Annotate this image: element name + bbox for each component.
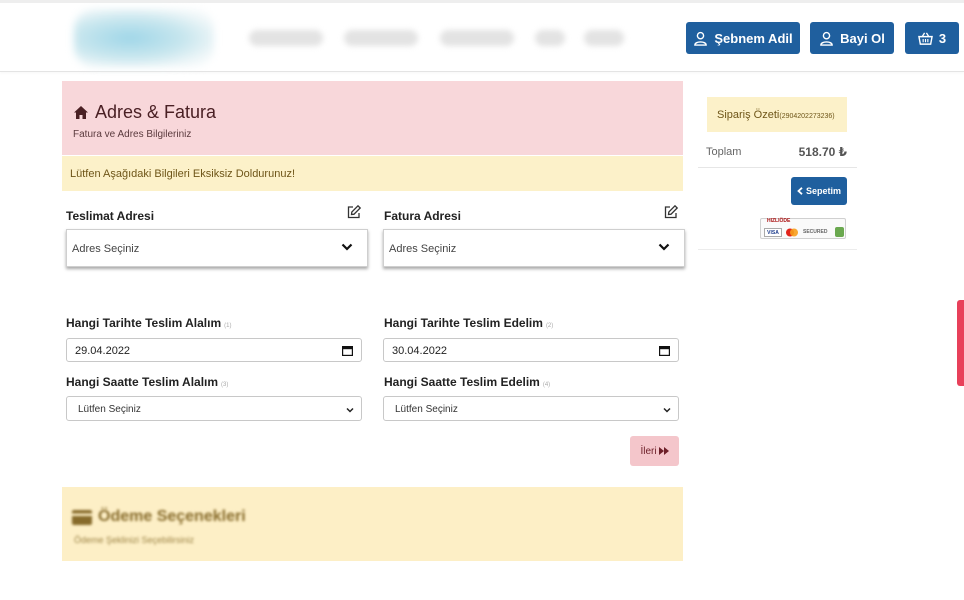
receive-date-label: Hangi Tarihte Teslim Alalım (1) <box>66 316 232 330</box>
visa-logo: VISA <box>764 228 782 237</box>
receive-time-label: Hangi Saatte Teslim Alalım (3) <box>66 375 229 389</box>
secured-label: SECURED <box>803 229 828 235</box>
my-cart-button[interactable]: Sepetim <box>791 177 847 205</box>
deliver-date-label: Hangi Tarihte Teslim Edelim (2) <box>384 316 554 330</box>
nav-link-3[interactable] <box>440 30 514 46</box>
cart-button[interactable]: 3 <box>905 22 959 54</box>
delivery-address-label: Teslimat Adresi <box>66 209 155 223</box>
next-button[interactable]: İleri <box>630 436 679 466</box>
chevron-down-icon <box>341 243 353 251</box>
user-icon <box>820 31 833 46</box>
delivery-address-value: Adres Seçiniz <box>72 243 140 255</box>
receive-time-value: Lütfen Seçiniz <box>78 404 141 415</box>
dealer-label: Bayi Ol <box>840 30 885 46</box>
user-name-label: Şebnem Adil <box>714 30 793 46</box>
receive-date-input[interactable]: 29.04.2022 <box>66 338 362 362</box>
edit-invoice-address-icon[interactable] <box>663 204 679 220</box>
order-summary-title: Sipariş Özeti <box>717 109 780 121</box>
secure-badge-brand: HIZLIÖDE <box>767 218 791 224</box>
address-panel-title: Adres & Fatura <box>73 102 216 123</box>
order-total-row: Toplam 518.70 ₺ <box>698 140 857 168</box>
cart-count: 3 <box>938 30 947 46</box>
site-logo[interactable] <box>74 9 214 67</box>
total-label: Toplam <box>706 146 742 158</box>
secure-payment-badge: HIZLIÖDE VISA SECURED <box>760 218 846 239</box>
calendar-icon[interactable] <box>659 345 670 356</box>
user-icon <box>694 31 708 46</box>
deliver-time-value: Lütfen Seçiniz <box>395 404 458 415</box>
user-account-button[interactable]: Şebnem Adil <box>686 22 800 54</box>
order-summary-header: Sipariş Özeti(2904202273236) <box>707 97 847 132</box>
invoice-address-label: Fatura Adresi <box>384 209 461 223</box>
mastercard-logo <box>786 228 798 237</box>
nav-link-2[interactable] <box>344 30 418 46</box>
payment-panel-title: Ödeme Seçenekleri <box>72 508 246 526</box>
receive-time-select[interactable]: Lütfen Seçiniz <box>66 396 362 421</box>
deliver-date-value: 30.04.2022 <box>392 345 448 357</box>
nav-link-4[interactable] <box>535 30 565 46</box>
edit-delivery-address-icon[interactable] <box>346 204 362 220</box>
lock-icon <box>835 227 844 237</box>
deliver-time-label: Hangi Saatte Teslim Edelim (4) <box>384 375 551 389</box>
top-navbar: Şebnem Adil Bayi Ol 3 <box>0 0 964 72</box>
forward-icon <box>658 447 669 455</box>
chevron-down-icon <box>658 243 670 251</box>
delivery-address-select[interactable]: Adres Seçiniz <box>66 229 368 267</box>
payment-panel-subtitle: Ödeme Şeklinizi Seçebilirsiniz <box>74 535 195 545</box>
deliver-time-select[interactable]: Lütfen Seçiniz <box>383 396 679 421</box>
total-value: 518.70 ₺ <box>798 145 847 159</box>
chevron-down-icon <box>346 407 354 413</box>
receive-date-value: 29.04.2022 <box>75 345 131 357</box>
address-panel-header: Adres & Fatura <box>62 81 683 155</box>
invoice-address-select[interactable]: Adres Seçiniz <box>383 229 685 267</box>
deliver-date-input[interactable]: 30.04.2022 <box>383 338 679 362</box>
invoice-address-value: Adres Seçiniz <box>389 243 457 255</box>
nav-link-5[interactable] <box>584 30 624 46</box>
calendar-icon[interactable] <box>342 345 353 356</box>
order-number: (2904202273236) <box>779 113 835 120</box>
side-feedback-tab[interactable] <box>957 300 964 386</box>
shopping-basket-icon <box>917 32 933 45</box>
address-panel-subtitle: Fatura ve Adres Bilgileriniz <box>73 129 192 140</box>
my-cart-label: Sepetim <box>805 186 841 196</box>
credit-card-icon <box>72 509 92 525</box>
summary-divider <box>698 249 857 250</box>
become-dealer-button[interactable]: Bayi Ol <box>810 22 894 54</box>
nav-link-1[interactable] <box>249 30 323 46</box>
chevron-left-icon <box>797 187 803 195</box>
home-icon <box>74 106 88 119</box>
next-button-label: İleri <box>640 445 657 457</box>
chevron-down-icon <box>663 407 671 413</box>
form-warning: Lütfen Aşağıdaki Bilgileri Eksiksiz Dold… <box>62 156 683 191</box>
